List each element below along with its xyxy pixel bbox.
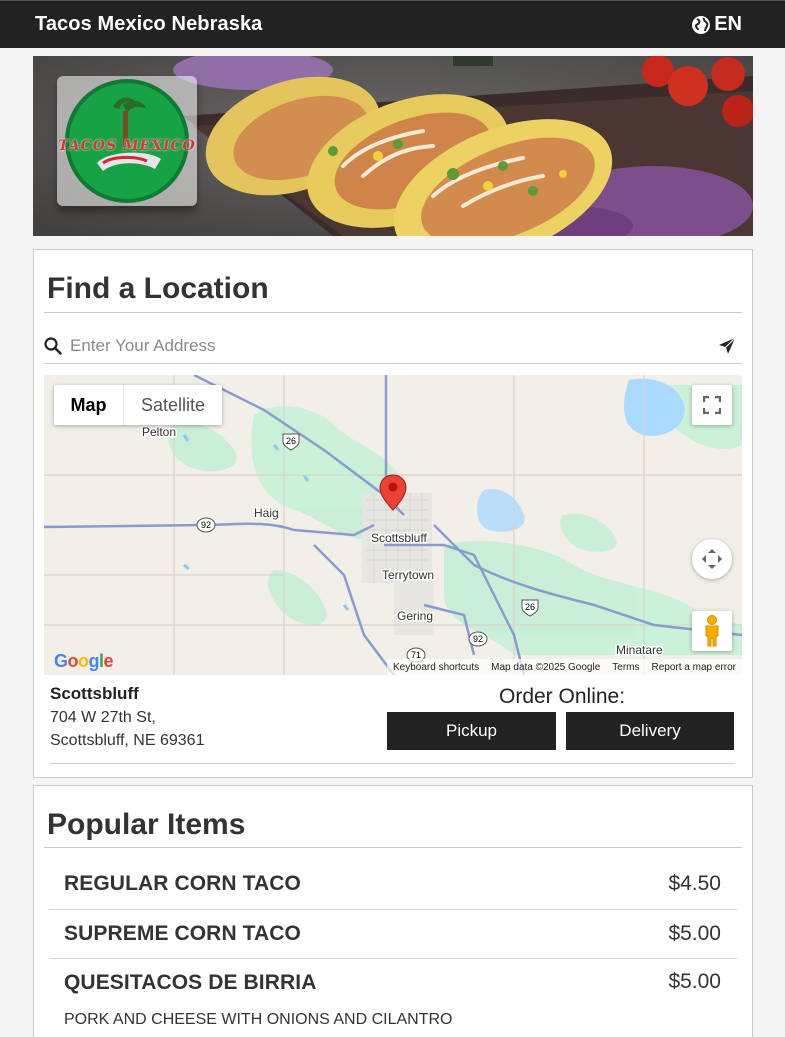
locate-me-icon[interactable] (718, 337, 736, 355)
address-input[interactable] (62, 335, 718, 356)
menu-item[interactable]: REGULAR CORN TACO $4.50 (49, 848, 737, 910)
language-selector[interactable]: EN (691, 13, 742, 36)
order-online-label: Order Online: (499, 685, 626, 708)
menu-item-price: $5.00 (668, 922, 721, 945)
find-location-panel: Find a Location Enter Your Address 26 92… (33, 249, 753, 778)
map-label-minatare: Minatare (616, 643, 663, 657)
menu-item-name: SUPREME CORN TACO (64, 922, 301, 945)
find-location-title: Find a Location (47, 272, 269, 305)
store-address-line1: 704 W 27th St, (50, 709, 156, 726)
logo-text: TACOS MEXICO (58, 138, 196, 154)
map-label-haig: Haig (254, 506, 279, 520)
globe-icon (692, 15, 711, 34)
map-label-gering: Gering (397, 609, 433, 623)
top-header: Tacos Mexico Nebraska EN (0, 0, 785, 48)
map-type-satellite-button[interactable]: Satellite (124, 385, 222, 425)
map-attribution: Keyboard shortcuts Map data ©2025 Google… (386, 659, 742, 675)
pickup-button[interactable]: Pickup (387, 712, 556, 750)
menu-item[interactable]: SUPREME CORN TACO $5.00 (49, 910, 737, 959)
route-shield: 26 (286, 436, 296, 446)
delivery-button[interactable]: Delivery (566, 712, 734, 750)
restaurant-logo[interactable]: TACOS MEXICO (57, 76, 197, 206)
store-divider (50, 763, 735, 764)
fullscreen-icon (703, 396, 721, 414)
fullscreen-button[interactable] (692, 385, 732, 425)
menu-item-price: $5.00 (668, 970, 721, 993)
title-divider (44, 312, 742, 313)
map-type-control: Map Satellite (54, 385, 222, 425)
map-label-terrytown: Terrytown (382, 568, 434, 582)
street-view-button[interactable] (692, 611, 732, 651)
map-data-credit: Map data ©2025 Google (491, 661, 601, 673)
camera-control-button[interactable] (692, 539, 732, 579)
route-shield: 92 (473, 634, 483, 644)
menu-item[interactable]: QUESITACOS DE BIRRIA $5.00 PORK AND CHEE… (49, 959, 737, 1037)
route-shield: 92 (201, 520, 211, 530)
pegman-icon (705, 615, 719, 647)
brand-title[interactable]: Tacos Mexico Nebraska (35, 13, 262, 36)
popular-items-panel: Popular Items REGULAR CORN TACO $4.50 SU… (33, 785, 753, 1037)
address-search (44, 328, 742, 364)
search-icon (44, 336, 62, 355)
keyboard-shortcuts-link[interactable]: Keyboard shortcuts (393, 662, 479, 673)
store-name[interactable]: Scottsbluff (50, 684, 139, 704)
map-label-scottsbluff: Scottsbluff (371, 531, 427, 545)
menu-item-price: $4.50 (668, 872, 721, 895)
map-label-pelton: Pelton (142, 425, 176, 439)
route-shield: 26 (525, 602, 535, 612)
store-address-line2: Scottsbluff, NE 69361 (50, 732, 205, 749)
map-type-map-button[interactable]: Map (54, 385, 124, 425)
location-map[interactable]: 26 92 26 92 71 Pelton Haig Scottsbluff T… (44, 375, 742, 675)
popular-items-title: Popular Items (47, 808, 246, 841)
terms-link[interactable]: Terms (612, 662, 639, 673)
menu-item-name: QUESITACOS DE BIRRIA (64, 971, 317, 994)
pan-arrows-icon (702, 549, 722, 569)
menu-item-description: PORK AND CHEESE WITH ONIONS AND CILANTRO (64, 1011, 453, 1028)
hero-banner: TACOS MEXICO (33, 56, 753, 236)
language-code: EN (714, 13, 742, 35)
menu-item-name: REGULAR CORN TACO (64, 872, 301, 895)
google-logo[interactable]: Google (54, 651, 114, 672)
report-map-error-link[interactable]: Report a map error (652, 662, 736, 673)
